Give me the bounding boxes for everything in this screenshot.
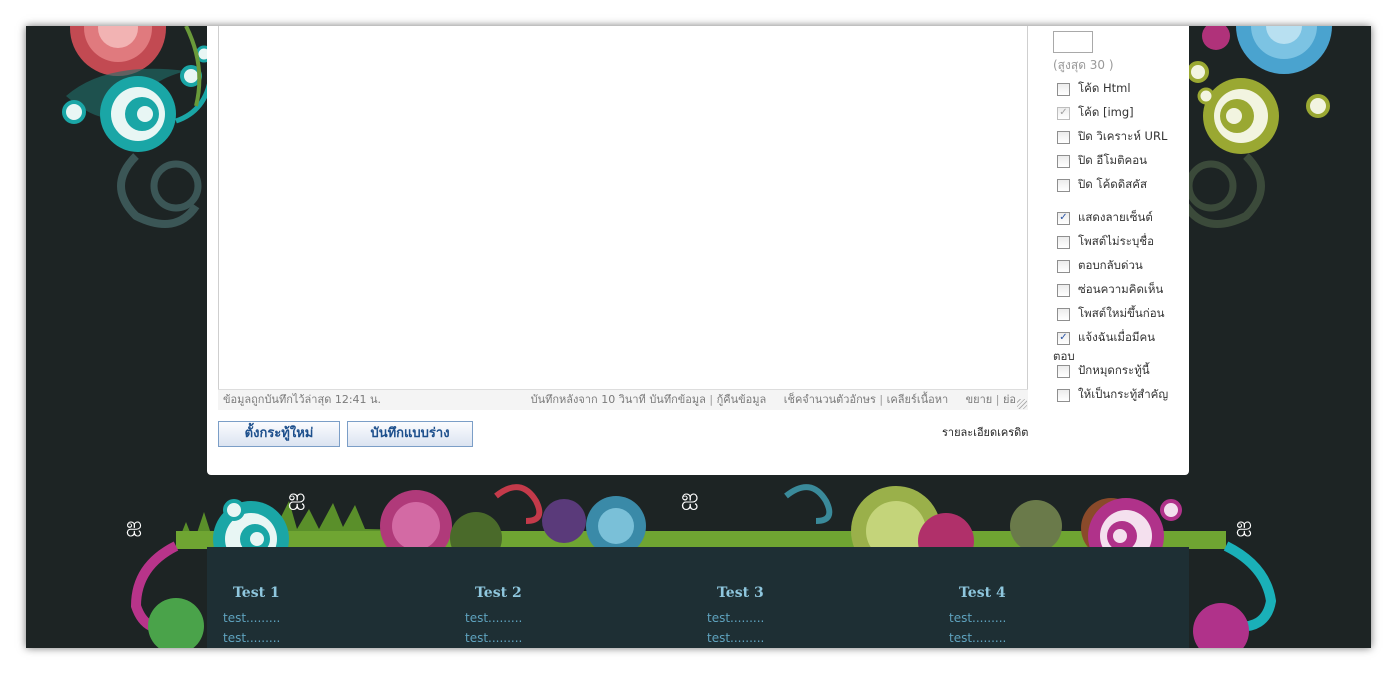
option-label: ตอบกลับด่วน	[1078, 258, 1143, 272]
option-row[interactable]: โค้ด Html	[1057, 81, 1131, 97]
footer-column-title: Test 4	[959, 585, 1006, 601]
option-checkbox[interactable]	[1057, 154, 1070, 168]
footer-column-title: Test 2	[475, 585, 522, 601]
option-row[interactable]: ให้เป็นกระทู้สำคัญ	[1057, 387, 1168, 403]
option-row[interactable]: ซ่อนความคิดเห็น	[1057, 282, 1163, 298]
check-char-count-link[interactable]: เช็คจำนวนตัวอักษร	[784, 393, 876, 406]
option-label: ปิด โค้ดดิสคัส	[1078, 177, 1147, 191]
separator: |	[879, 393, 884, 406]
option-checkbox[interactable]	[1057, 235, 1070, 249]
option-checkbox[interactable]: ✓	[1057, 211, 1070, 225]
option-checkbox[interactable]	[1057, 82, 1070, 96]
last-saved-text: ข้อมูลถูกบันทึกไว้ล่าสุด 12:41 น.	[223, 393, 382, 406]
svg-text:ஐ: ஐ	[126, 512, 142, 536]
footer-link[interactable]: test.........	[949, 611, 1006, 625]
option-label: โพสต์ไม่ระบุชื่อ	[1078, 234, 1154, 248]
option-label: ให้เป็นกระทู้สำคัญ	[1078, 387, 1169, 401]
footer-link[interactable]: test.........	[465, 611, 522, 625]
option-label: แสดงลายเซ็นต์	[1078, 210, 1153, 224]
svg-text:ஐ: ஐ	[288, 485, 306, 510]
option-checkbox[interactable]: ✓	[1057, 331, 1070, 345]
footer-link[interactable]: test.........	[223, 631, 280, 645]
new-thread-button[interactable]: ตั้งกระทู้ใหม่	[218, 421, 340, 447]
option-checkbox[interactable]	[1057, 388, 1070, 402]
option-row[interactable]: ปิด โค้ดดิสคัส	[1057, 177, 1147, 193]
limit-number-input[interactable]	[1053, 31, 1093, 53]
save-data-link[interactable]: บันทึกข้อมูล	[649, 393, 706, 406]
option-row[interactable]: ตอบกลับด่วน	[1057, 258, 1143, 274]
option-checkbox[interactable]	[1057, 364, 1070, 378]
option-label: ซ่อนความคิดเห็น	[1078, 282, 1164, 296]
option-checkbox[interactable]	[1057, 283, 1070, 297]
editor-actions: บันทึกหลังจาก 10 วินาที บันทึกข้อมูล | ก…	[531, 390, 1016, 410]
option-row[interactable]: ✓ แจ้งฉันเมื่อมีคน	[1057, 330, 1155, 346]
footer-link[interactable]: test.........	[949, 631, 1006, 645]
option-label: ปิด อีโมติคอน	[1078, 153, 1148, 167]
svg-text:ஐ: ஐ	[1236, 512, 1252, 536]
option-row[interactable]: ✓ โค้ด [img]	[1057, 105, 1134, 121]
option-row[interactable]: โพสต์ใหม่ขึ้นก่อน	[1057, 306, 1164, 322]
site-footer: Test 1 test......... test......... Test …	[207, 547, 1189, 648]
max-limit-text: (สูงสุด 30 )	[1053, 58, 1114, 72]
footer-link[interactable]: test.........	[223, 611, 280, 625]
option-checkbox[interactable]	[1057, 307, 1070, 321]
option-wrap-text: ตอบ	[1053, 349, 1075, 363]
separator: |	[709, 393, 714, 406]
option-row[interactable]: ปิด วิเคราะห์ URL	[1057, 129, 1167, 145]
option-checkbox[interactable]	[1057, 178, 1070, 192]
option-row[interactable]: ✓ แสดงลายเซ็นต์	[1057, 210, 1153, 226]
option-label: ปักหมุดกระทู้นี้	[1078, 363, 1150, 377]
option-checkbox: ✓	[1057, 106, 1070, 120]
save-draft-button[interactable]: บันทึกแบบร่าง	[347, 421, 473, 447]
restore-data-link[interactable]: กู้คืนข้อมูล	[717, 393, 767, 406]
shrink-editor-link[interactable]: ย่อ	[1003, 393, 1016, 406]
option-label: โค้ด Html	[1078, 81, 1131, 95]
separator: |	[995, 393, 1000, 406]
credit-details-link[interactable]: รายละเอียดเครดิต	[942, 423, 1028, 441]
post-form-panel: ข้อมูลถูกบันทึกไว้ล่าสุด 12:41 น. บันทึก…	[207, 26, 1189, 475]
option-label: โค้ด [img]	[1078, 105, 1134, 119]
footer-column-title: Test 3	[717, 585, 764, 601]
page-frame: ஐ ஐ ஐ ஐ ข้อมูลถูกบันทึกไว้ล่าสุด 12:41 น…	[26, 26, 1371, 648]
svg-text:ஐ: ஐ	[681, 485, 699, 510]
message-textarea[interactable]	[218, 26, 1028, 410]
autosave-text: บันทึกหลังจาก 10 วินาที	[530, 393, 646, 406]
option-label: แจ้งฉันเมื่อมีคน	[1078, 330, 1156, 344]
option-checkbox[interactable]	[1057, 130, 1070, 144]
editor-status-bar: ข้อมูลถูกบันทึกไว้ล่าสุด 12:41 น. บันทึก…	[218, 389, 1028, 410]
option-label: ปิด วิเคราะห์ URL	[1078, 129, 1168, 143]
option-row[interactable]: ปิด อีโมติคอน	[1057, 153, 1147, 169]
option-checkbox[interactable]	[1057, 259, 1070, 273]
option-row[interactable]: โพสต์ไม่ระบุชื่อ	[1057, 234, 1154, 250]
footer-link[interactable]: test.........	[465, 631, 522, 645]
footer-link[interactable]: test.........	[707, 631, 764, 645]
expand-editor-link[interactable]: ขยาย	[966, 393, 993, 406]
footer-link[interactable]: test.........	[707, 611, 764, 625]
footer-column-title: Test 1	[233, 585, 280, 601]
clear-content-link[interactable]: เคลียร์เนื้อหา	[887, 393, 949, 406]
resize-grip-icon[interactable]	[1017, 399, 1027, 409]
option-label: โพสต์ใหม่ขึ้นก่อน	[1078, 306, 1165, 320]
